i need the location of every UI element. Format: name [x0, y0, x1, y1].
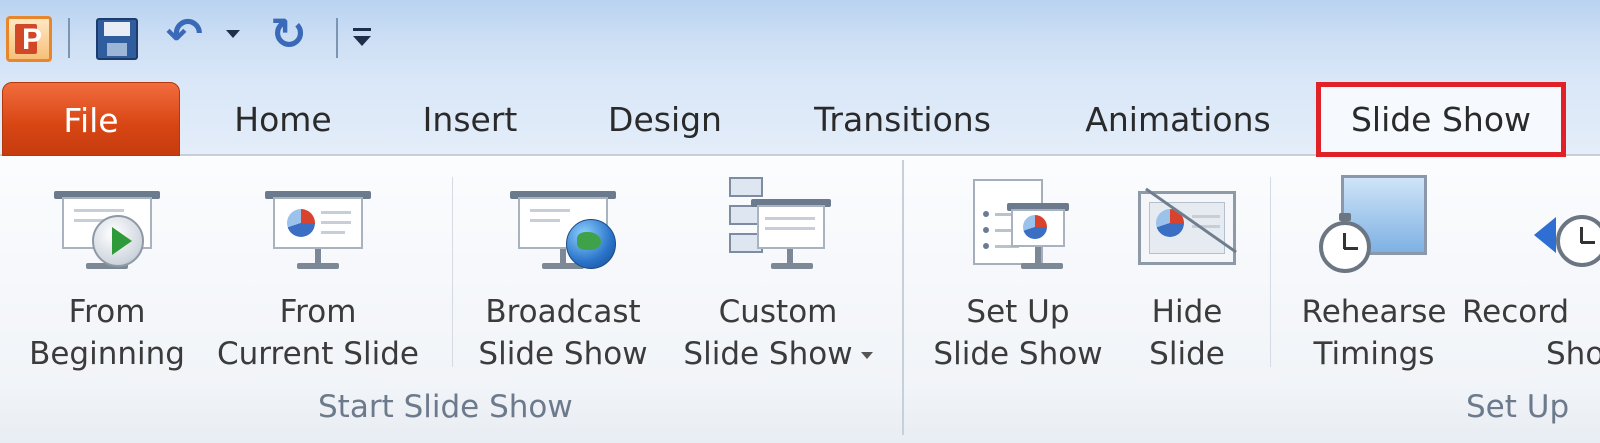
button-divider [452, 177, 453, 367]
tab-design[interactable]: Design [590, 82, 740, 156]
custom-slide-show-button[interactable]: Custom Slide Show [666, 157, 890, 377]
play-from-start-icon [52, 175, 162, 275]
button-label: From [68, 294, 146, 330]
save-icon[interactable] [96, 18, 138, 60]
set-up-slide-show-button[interactable]: Set Up Slide Show [920, 157, 1116, 377]
ribbon-group-set-up: Set Up Slide Show Hide Slide Rehearse Ti… [904, 157, 1600, 443]
button-label: Hide [1151, 294, 1223, 330]
undo-icon[interactable]: ↶ [166, 12, 212, 58]
toolbar-separator [336, 18, 338, 58]
tab-animations[interactable]: Animations [1068, 82, 1288, 156]
button-divider [1270, 177, 1271, 367]
button-label: Slide [1149, 336, 1225, 372]
button-label: Slide Show [933, 336, 1103, 372]
tab-slide-show[interactable]: Slide Show [1321, 82, 1561, 156]
button-label: From [279, 294, 357, 330]
button-label: Beginning [29, 336, 185, 372]
ribbon-tab-bar: File Home Insert Design Transitions Anim… [0, 82, 1600, 156]
button-label: Broadcast [485, 294, 641, 330]
record-show-icon [1534, 175, 1600, 275]
tab-home[interactable]: Home [198, 82, 368, 156]
record-slide-show-button[interactable]: Record Show [1456, 157, 1600, 377]
from-current-slide-button[interactable]: From Current Slide [204, 157, 432, 377]
broadcast-globe-icon [508, 175, 618, 275]
button-label: Set Up [966, 294, 1070, 330]
button-label: Slide Show [683, 336, 853, 372]
slide-screen-icon [263, 175, 373, 275]
button-label: Slide Show [478, 336, 648, 372]
rehearse-timings-button[interactable]: Rehearse Timings [1284, 157, 1464, 377]
broadcast-slide-show-button[interactable]: Broadcast Slide Show [466, 157, 660, 377]
stopwatch-icon [1319, 175, 1429, 275]
custom-show-icon [723, 175, 833, 275]
redo-icon[interactable]: ↻ [270, 12, 316, 58]
from-beginning-button[interactable]: From Beginning [14, 157, 200, 377]
setup-show-icon [963, 175, 1073, 275]
button-label: Record [1462, 294, 1570, 330]
customize-toolbar-icon[interactable] [350, 26, 374, 50]
quick-access-toolbar: P ↶ ↻ [0, 0, 1600, 82]
tab-file[interactable]: File [2, 82, 180, 156]
hide-slide-icon [1132, 175, 1242, 275]
hide-slide-button[interactable]: Hide Slide [1122, 157, 1252, 377]
tab-transitions[interactable]: Transitions [795, 82, 1010, 156]
group-label-start-slide-show: Start Slide Show [318, 389, 573, 425]
powerpoint-logo-icon[interactable]: P [6, 16, 52, 62]
button-label: Show [1546, 336, 1600, 372]
undo-dropdown-icon[interactable] [226, 30, 240, 38]
group-label-set-up: Set Up [1466, 389, 1570, 425]
button-label: Timings [1313, 336, 1435, 372]
toolbar-separator [68, 18, 70, 58]
chevron-down-icon [860, 352, 873, 359]
button-label: Custom [718, 294, 838, 330]
button-label: Rehearse [1301, 294, 1447, 330]
tab-insert[interactable]: Insert [400, 82, 540, 156]
button-label: Current Slide [217, 336, 419, 372]
